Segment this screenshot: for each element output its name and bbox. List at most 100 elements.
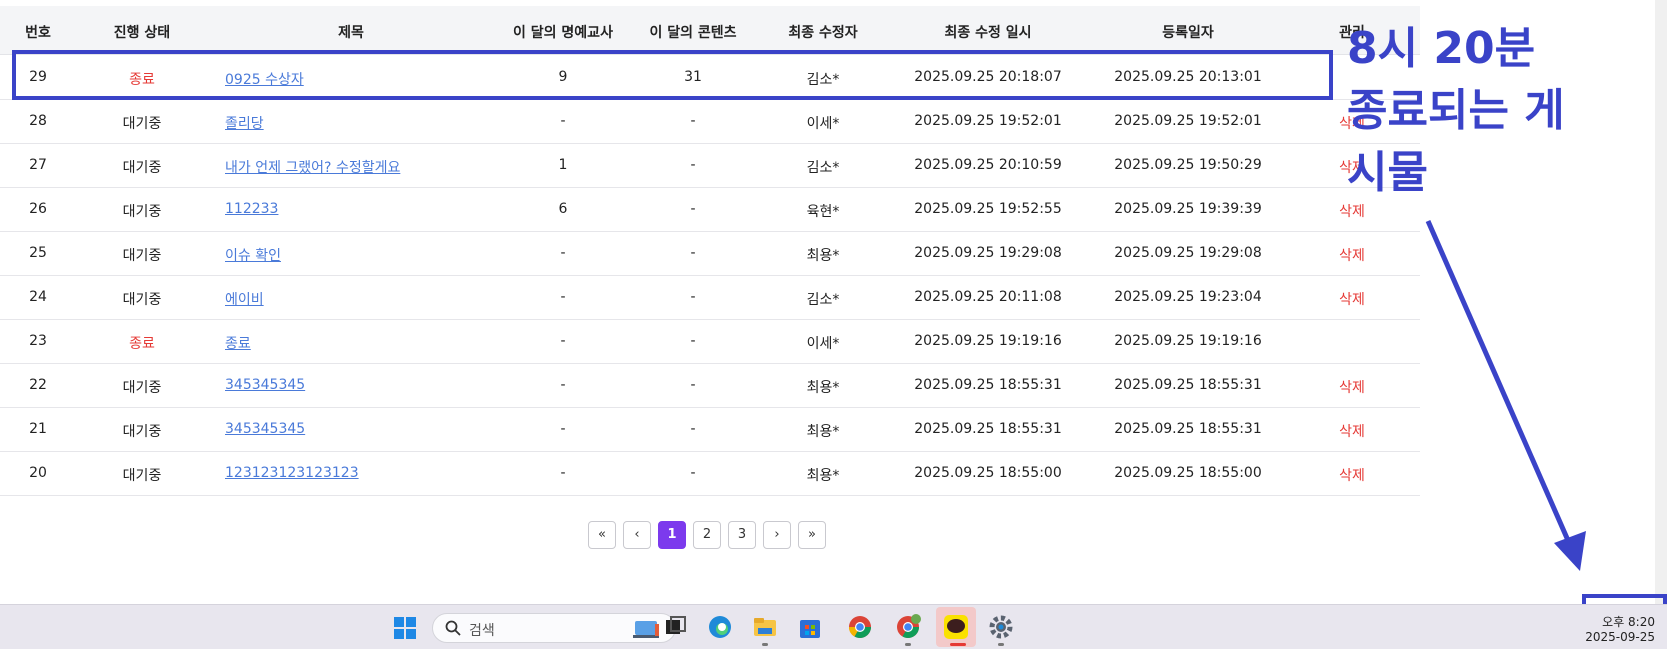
page-first-button[interactable]: « [588, 521, 616, 549]
cell-editor: 최용* [806, 380, 840, 396]
cell-status: 대기중 [122, 116, 162, 132]
post-title-link[interactable]: 112233 [225, 201, 278, 217]
settings-icon[interactable] [988, 614, 1014, 640]
table-row: 28 대기중 졸리당 - - 이세* 2025.09.25 19:52:01 2025.09.… [0, 99, 1420, 144]
header-title: 제목 [338, 25, 364, 41]
delete-link[interactable]: 삭제 [1339, 245, 1365, 265]
cell-status: 대기중 [122, 160, 162, 176]
cell-editor: 이세* [806, 116, 840, 132]
cell-honor-teacher: 6 [558, 201, 568, 217]
delete-link[interactable]: 삭제 [1339, 465, 1365, 485]
cell-registered: 2025.09.25 19:29:08 [1114, 245, 1262, 261]
page-prev-button[interactable]: ‹ [623, 521, 651, 549]
table-row: 24 대기중 에이비 - - 김소* 2025.09.25 20:11:08 2025.09.… [0, 275, 1420, 320]
table-row: 25 대기중 이슈 확인 - - 최용* 2025.09.25 19:29:08 2025.0… [0, 231, 1420, 276]
edge-icon[interactable] [707, 614, 733, 640]
header-status: 진행 상태 [113, 25, 171, 41]
cell-editor: 이세* [806, 336, 840, 352]
cell-honor-teacher: - [560, 465, 566, 481]
cell-contents: - [690, 245, 696, 261]
table-row: 27 대기중 내가 언제 그랬어? 수정할게요 1 - 김소* 2025.09.25 20:… [0, 143, 1420, 188]
cell-number: 20 [29, 465, 47, 481]
cell-contents: - [690, 377, 696, 393]
cell-number: 25 [29, 245, 47, 261]
cell-status: 대기중 [122, 204, 162, 220]
running-indicator [762, 643, 768, 646]
page-1-button[interactable]: 1 [658, 521, 686, 549]
delete-link[interactable]: 삭제 [1339, 377, 1365, 397]
cell-number: 24 [29, 289, 47, 305]
cell-registered: 2025.09.25 19:39:39 [1114, 201, 1262, 217]
page-2-button[interactable]: 2 [693, 521, 721, 549]
annotation-arrow [1425, 219, 1586, 571]
post-title-link[interactable]: 에이비 [225, 289, 264, 309]
cell-status: 대기중 [122, 468, 162, 484]
cell-number: 27 [29, 157, 47, 173]
table-row: 26 대기중 112233 6 - 육현* 2025.09.25 19:52:55 2025.… [0, 187, 1420, 232]
table-row: 20 대기중 123123123123123 - - 최용* 2025.09.25 18:5… [0, 451, 1420, 496]
post-title-link[interactable]: 종료 [225, 333, 251, 353]
cell-registered: 2025.09.25 19:23:04 [1114, 289, 1262, 305]
cell-contents: - [690, 333, 696, 349]
cell-contents: - [690, 465, 696, 481]
post-title-link[interactable]: 이슈 확인 [225, 245, 281, 265]
windows-start-icon[interactable] [394, 617, 416, 639]
store-icon[interactable] [797, 614, 823, 640]
post-title-link[interactable]: 내가 언제 그랬어? 수정할게요 [225, 157, 400, 177]
taskbar: 검색 오후 8:20 2025-09-25 [0, 604, 1667, 649]
cell-number: 23 [29, 333, 47, 349]
cell-registered: 2025.09.25 18:55:31 [1114, 377, 1262, 393]
page-last-button[interactable]: » [798, 521, 826, 549]
cell-editor: 육현* [806, 204, 840, 220]
cell-honor-teacher: - [560, 421, 566, 437]
cell-modified: 2025.09.25 19:29:08 [914, 245, 1062, 261]
annotation-text: 8시 20분 종료되는 게 시물 [1347, 23, 1565, 198]
cell-honor-teacher: 1 [558, 157, 568, 173]
page-next-button[interactable]: › [763, 521, 791, 549]
clock-date[interactable]: 2025-09-25 [1585, 630, 1655, 644]
cell-honor-teacher: - [560, 333, 566, 349]
task-view-icon[interactable] [662, 614, 688, 640]
table-row: 23 종료 종료 - - 이세* 2025.09.25 19:19:16 2025.09.25… [0, 319, 1420, 364]
cell-registered: 2025.09.25 18:55:31 [1114, 421, 1262, 437]
cell-registered: 2025.09.25 18:55:00 [1114, 465, 1262, 481]
post-title-link[interactable]: 졸리당 [225, 113, 264, 133]
cell-contents: - [690, 201, 696, 217]
cell-modified: 2025.09.25 18:55:00 [914, 465, 1062, 481]
post-title-link[interactable]: 345345345 [225, 421, 305, 437]
cell-editor: 김소* [806, 160, 840, 176]
delete-link[interactable]: 삭제 [1339, 421, 1365, 441]
header-registered: 등록일자 [1162, 25, 1214, 41]
kakaotalk-icon[interactable] [943, 614, 969, 640]
cell-status: 대기중 [122, 424, 162, 440]
delete-link[interactable]: 삭제 [1339, 289, 1365, 309]
post-title-link[interactable]: 123123123123123 [225, 465, 359, 481]
cell-number: 21 [29, 421, 47, 437]
page-scrollbar[interactable] [1655, 0, 1667, 604]
taskbar-search-input[interactable]: 검색 [432, 613, 676, 643]
cell-honor-teacher: - [560, 377, 566, 393]
delete-link[interactable]: 삭제 [1339, 201, 1365, 221]
cell-contents: - [690, 157, 696, 173]
cell-editor: 최용* [806, 248, 840, 264]
chrome-profile-icon[interactable] [895, 614, 921, 640]
clock-time[interactable]: 오후 8:20 [1602, 613, 1655, 630]
table-header: 번호 진행 상태 제목 이 달의 명예교사 이 달의 콘텐츠 최종 수정자 최종… [0, 6, 1420, 55]
cell-status: 대기중 [122, 248, 162, 264]
header-modified: 최종 수정 일시 [944, 25, 1032, 41]
cell-modified: 2025.09.25 19:52:01 [914, 113, 1062, 129]
annotation-highlight-row [12, 50, 1333, 100]
header-editor: 최종 수정자 [788, 25, 858, 41]
file-explorer-icon[interactable] [752, 614, 778, 640]
cell-editor: 김소* [806, 292, 840, 308]
chrome-icon[interactable] [847, 614, 873, 640]
cell-registered: 2025.09.25 19:52:01 [1114, 113, 1262, 129]
cell-number: 22 [29, 377, 47, 393]
cell-registered: 2025.09.25 19:19:16 [1114, 333, 1262, 349]
search-placeholder: 검색 [469, 623, 495, 639]
post-title-link[interactable]: 345345345 [225, 377, 305, 393]
cell-registered: 2025.09.25 19:50:29 [1114, 157, 1262, 173]
cell-modified: 2025.09.25 19:52:55 [914, 201, 1062, 217]
page-3-button[interactable]: 3 [728, 521, 756, 549]
cell-contents: - [690, 289, 696, 305]
